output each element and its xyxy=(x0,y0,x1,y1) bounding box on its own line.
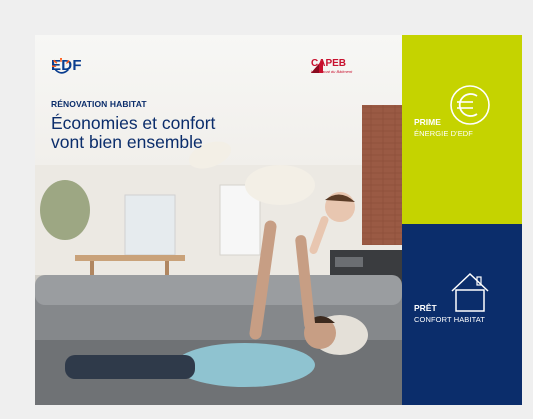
living-room-illustration xyxy=(35,105,402,405)
headline-line-2: vont bien ensemble xyxy=(51,132,203,152)
eyebrow-label: RÉNOVATION HABITAT xyxy=(51,99,147,109)
hero-photo: EDF CAPEB L'Artisanat du Bâtiment RÉNOVA… xyxy=(35,35,402,405)
edf-sun-icon xyxy=(52,58,70,74)
house-icon xyxy=(451,272,489,312)
headline-line-1: Économies et confort xyxy=(51,113,216,133)
edf-logo: EDF xyxy=(51,57,82,74)
promo-card: EDF CAPEB L'Artisanat du Bâtiment RÉNOVA… xyxy=(35,35,522,405)
capeb-mark-icon xyxy=(311,59,323,73)
prime-title: PRIME xyxy=(414,117,441,127)
pret-subtitle: CONFORT HABITAT xyxy=(414,315,485,324)
headline: Économies et confort vont bien ensemble xyxy=(51,114,311,152)
pret-title: PRÊT xyxy=(414,303,437,313)
capeb-logo: CAPEB L'Artisanat du Bâtiment xyxy=(311,59,352,74)
pret-panel[interactable]: PRÊT CONFORT HABITAT xyxy=(402,224,522,405)
prime-subtitle: ÉNERGIE D'EDF xyxy=(414,129,473,138)
euro-icon xyxy=(450,85,490,125)
prime-panel[interactable]: PRIME ÉNERGIE D'EDF xyxy=(402,35,522,224)
